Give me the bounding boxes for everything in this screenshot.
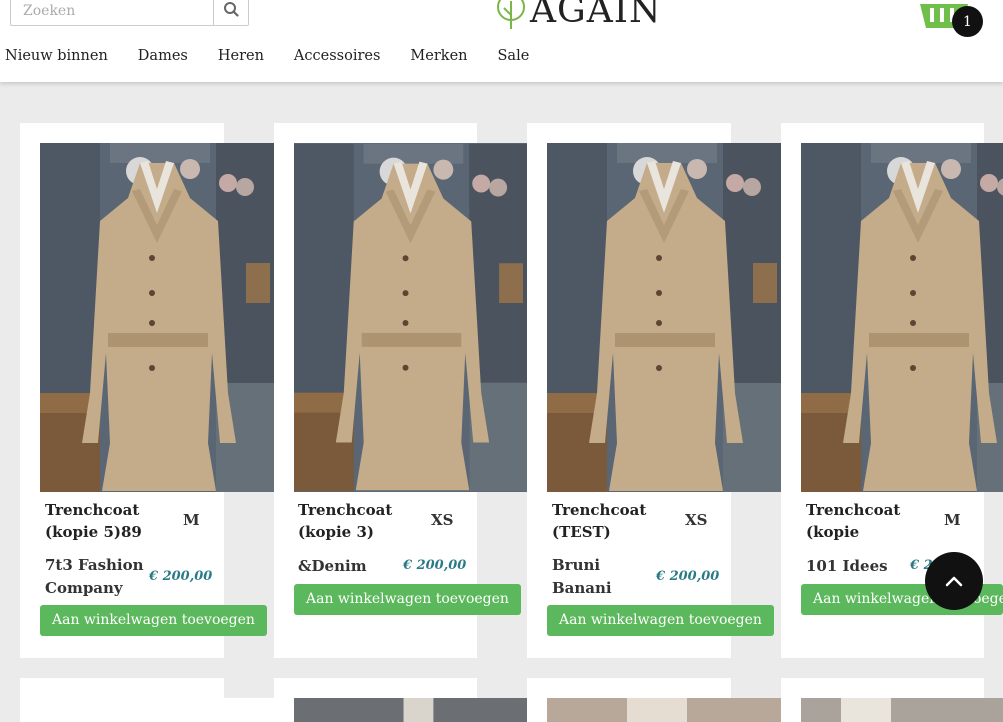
- logo-text: AGAIN: [530, 0, 662, 31]
- nav-item-heren[interactable]: Heren: [218, 48, 264, 64]
- product-brand: 101 Idees: [806, 557, 888, 575]
- search-input[interactable]: [10, 0, 213, 26]
- nav-item-nieuw-binnen[interactable]: Nieuw binnen: [5, 48, 108, 64]
- search-button[interactable]: [213, 0, 249, 26]
- product-price: € 200,00: [656, 569, 720, 584]
- product-name[interactable]: Trenchcoat (kopie: [806, 499, 900, 543]
- product-name[interactable]: Trenchcoat (TEST): [552, 499, 646, 543]
- product-size: XS: [431, 511, 454, 529]
- add-to-cart-button[interactable]: Aan winkelwagen toevoegen: [547, 605, 774, 636]
- product-size: XS: [685, 511, 708, 529]
- product-image[interactable]: [547, 143, 781, 492]
- nav-item-sale[interactable]: Sale: [498, 48, 530, 64]
- search-bar: [10, 0, 249, 26]
- nav-item-accessoires[interactable]: Accessoires: [294, 48, 381, 64]
- nav-item-merken[interactable]: Merken: [410, 48, 467, 64]
- tree-logo-icon: [497, 0, 525, 29]
- add-to-cart-button[interactable]: Aan winkelwagen toevoegen: [294, 584, 521, 615]
- cart-count-badge: 1: [952, 6, 983, 37]
- product-price: € 200,00: [149, 569, 213, 584]
- product-brand: 7t3 Fashion Company: [45, 556, 144, 597]
- scroll-to-top-button[interactable]: [925, 552, 983, 610]
- site-logo[interactable]: AGAIN: [494, 0, 661, 30]
- product-name[interactable]: Trenchcoat (kopie 5)89: [45, 499, 142, 543]
- product-name[interactable]: Trenchcoat (kopie 3): [298, 499, 392, 543]
- product-size: M: [183, 511, 200, 529]
- product-size: M: [944, 511, 961, 529]
- main-nav: Nieuw binnen Dames Heren Accessoires Mer…: [5, 48, 559, 64]
- product-card: [20, 678, 224, 722]
- cart-button[interactable]: 1: [918, 0, 988, 42]
- product-image[interactable]: [294, 143, 527, 492]
- search-icon: [223, 1, 239, 21]
- add-to-cart-button[interactable]: Aan winkelwagen toevoegen: [40, 605, 267, 636]
- product-image[interactable]: [801, 143, 1003, 492]
- site-header: AGAIN 1 Nieuw binnen Dames Heren Accesso…: [0, 0, 1003, 82]
- product-image[interactable]: [294, 698, 527, 722]
- nav-item-dames[interactable]: Dames: [138, 48, 188, 64]
- product-brand: Bruni Banani: [552, 556, 612, 597]
- product-image[interactable]: [40, 143, 274, 492]
- product-image[interactable]: [801, 698, 1003, 722]
- product-price: € 200,00: [403, 558, 467, 573]
- product-card: [224, 698, 274, 722]
- product-image[interactable]: [547, 698, 781, 722]
- chevron-up-icon: [945, 572, 963, 591]
- product-brand: &Denim: [298, 557, 367, 575]
